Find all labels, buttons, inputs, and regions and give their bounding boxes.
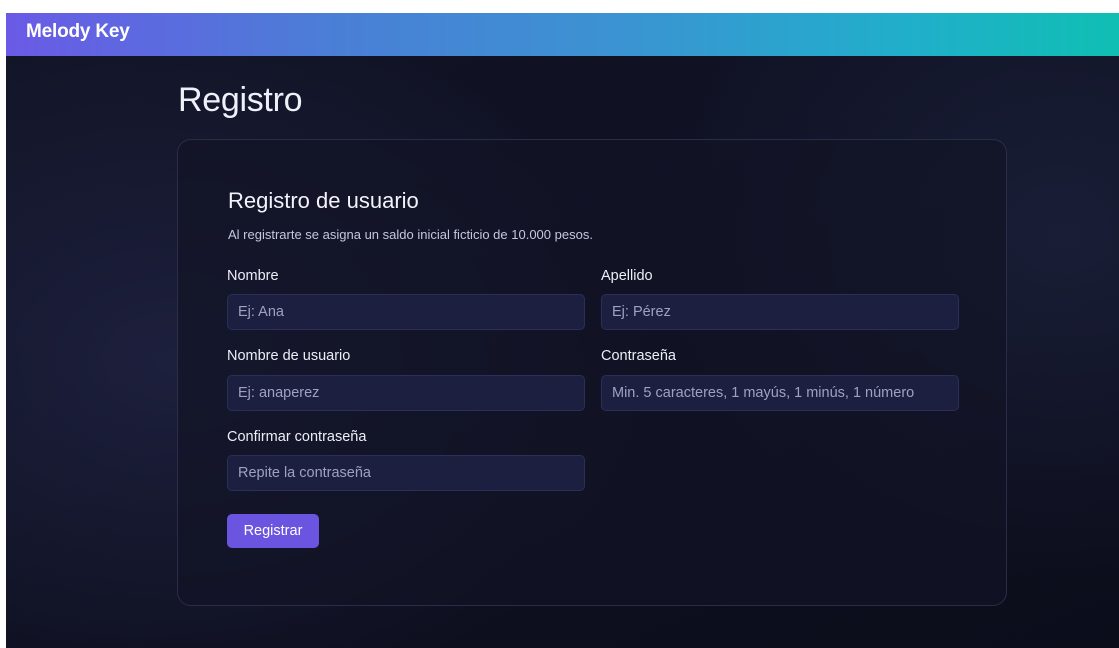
- page-title: Registro: [178, 81, 303, 119]
- contrasena-input[interactable]: [601, 375, 959, 411]
- usuario-label: Nombre de usuario: [227, 348, 351, 364]
- usuario-input[interactable]: [227, 375, 585, 411]
- apellido-label: Apellido: [601, 268, 653, 284]
- registration-card: Registro de usuario Al registrarte se as…: [177, 139, 1007, 606]
- form-subtitle: Al registrarte se asigna un saldo inicia…: [228, 227, 593, 242]
- brand-logo-link[interactable]: Melody Key: [26, 21, 130, 43]
- nombre-input[interactable]: [227, 294, 585, 330]
- contrasena-label: Contraseña: [601, 348, 676, 364]
- app-window: Melody Key Registro Registro de usuario …: [6, 13, 1119, 648]
- apellido-input[interactable]: [601, 294, 959, 330]
- nombre-label: Nombre: [227, 268, 279, 284]
- navbar: Melody Key: [6, 13, 1119, 56]
- confirmar-label: Confirmar contraseña: [227, 429, 367, 445]
- register-button[interactable]: Registrar: [227, 514, 319, 548]
- confirmar-input[interactable]: [227, 455, 585, 491]
- form-title: Registro de usuario: [228, 188, 419, 213]
